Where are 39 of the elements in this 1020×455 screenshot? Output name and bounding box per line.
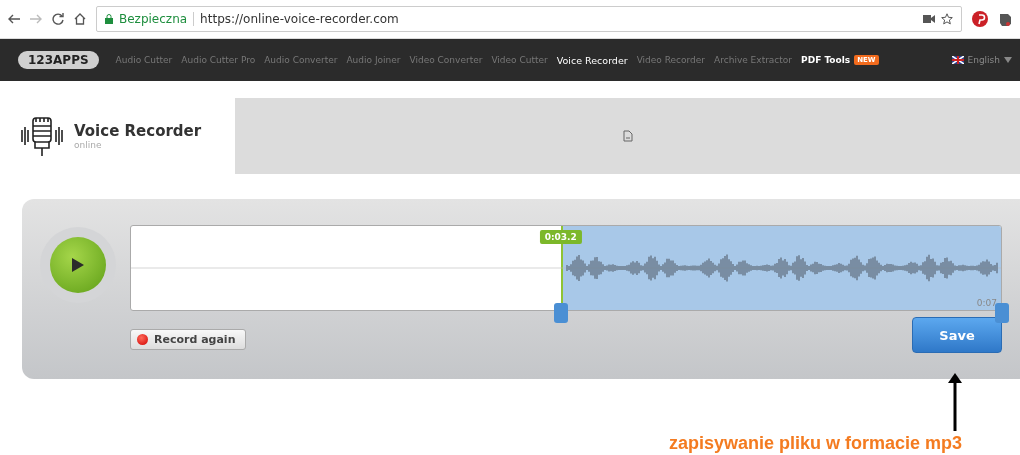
record-dot-icon [137,333,148,345]
record-again-button[interactable]: Record again [130,328,247,350]
nav-link[interactable]: Audio Cutter [115,55,173,65]
secure-label: Bezpieczna [119,12,188,26]
end-time-label: 0:07 [976,298,997,308]
site-logo[interactable]: 123APPS [18,51,99,69]
url-text: https://online-voice-recorder.com [193,12,399,26]
nav-link[interactable]: Video Cutter [491,55,548,65]
save-button[interactable]: Save [912,317,1002,353]
nav-link[interactable]: Audio Cutter Pro [181,55,256,65]
annotation-caption: zapisywanie pliku w formacie mp3 [668,433,963,454]
start-time-label: 0:03.2 [539,230,582,244]
flag-icon [951,56,964,64]
document-icon [622,130,633,142]
address-bar[interactable]: Bezpieczna https://online-voice-recorder.com [96,6,962,32]
star-icon[interactable] [941,13,953,25]
pin-icon[interactable] [972,11,988,27]
nav-link[interactable]: Archive Extractor [714,55,793,65]
lock-icon [105,14,113,24]
reload-icon[interactable] [52,13,64,25]
waveform-track[interactable]: 0:03.2 0:07 [130,225,1002,311]
play-button[interactable] [50,237,106,293]
nav-link[interactable]: Audio Joiner [346,55,401,65]
language-selector[interactable]: English [951,55,1012,65]
nav-link[interactable]: Video Recorder [636,55,706,65]
end-handle[interactable] [995,303,1009,323]
microphone-icon [20,114,64,158]
nav-link[interactable]: Voice Recorder [556,54,628,66]
arrow-icon [948,373,962,431]
home-icon[interactable] [74,13,86,25]
back-icon[interactable] [8,14,20,24]
caret-icon [1004,57,1012,63]
app-subtitle: online [74,140,103,150]
start-handle[interactable] [553,303,568,323]
nav-link[interactable]: Audio Converter [264,55,338,65]
play-icon [72,258,84,272]
camera-icon[interactable] [923,15,935,23]
nav-link[interactable]: Video Converter [409,55,483,65]
app-title: Voice Recorder [74,122,202,140]
